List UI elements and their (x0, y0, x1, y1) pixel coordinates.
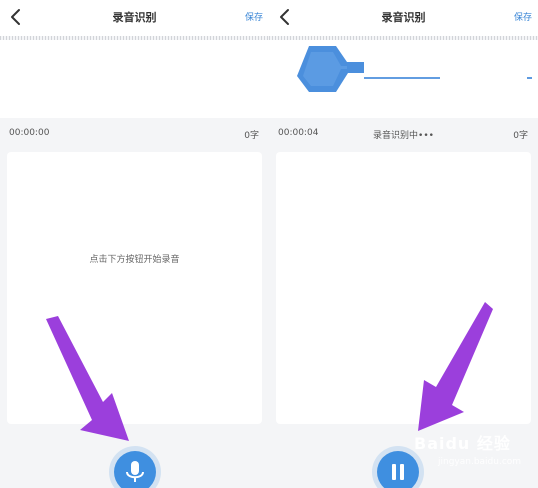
recording-meta: 00:00:00 0字 (0, 124, 269, 142)
waveform-area (269, 40, 538, 118)
microphone-icon (126, 461, 144, 482)
watermark-logo: Baidu 经验 (414, 434, 511, 453)
left-panel: 录音识别 保存 00:00:00 0字 点击下方按钮开始录音 (0, 0, 269, 488)
save-button[interactable]: 保存 (514, 10, 532, 23)
record-button[interactable] (114, 451, 156, 488)
right-panel: 录音识别 保存 00:00:04 录音识别中••• 0字 (269, 0, 538, 488)
recognition-status: 录音识别中••• (373, 131, 434, 141)
word-count: 0字 (244, 131, 259, 141)
transcript-card (276, 152, 531, 424)
save-button[interactable]: 保存 (245, 10, 263, 23)
top-bar: 录音识别 保存 (0, 0, 269, 36)
top-bar: 录音识别 保存 (269, 0, 538, 36)
pause-icon (392, 464, 404, 480)
pause-button[interactable] (377, 451, 419, 488)
recording-meta: 00:00:04 录音识别中••• 0字 (269, 124, 538, 142)
start-hint: 点击下方按钮开始录音 (89, 255, 180, 265)
waveform-area (0, 40, 269, 118)
transcript-card: 点击下方按钮开始录音 (7, 152, 262, 424)
watermark-url: jingyan.baidu.com (438, 457, 522, 467)
word-count: 0字 (513, 131, 528, 141)
page-title: 录音识别 (112, 11, 157, 24)
waveform (297, 46, 532, 92)
page-title: 录音识别 (381, 11, 426, 24)
elapsed-time: 00:00:00 (9, 128, 50, 138)
